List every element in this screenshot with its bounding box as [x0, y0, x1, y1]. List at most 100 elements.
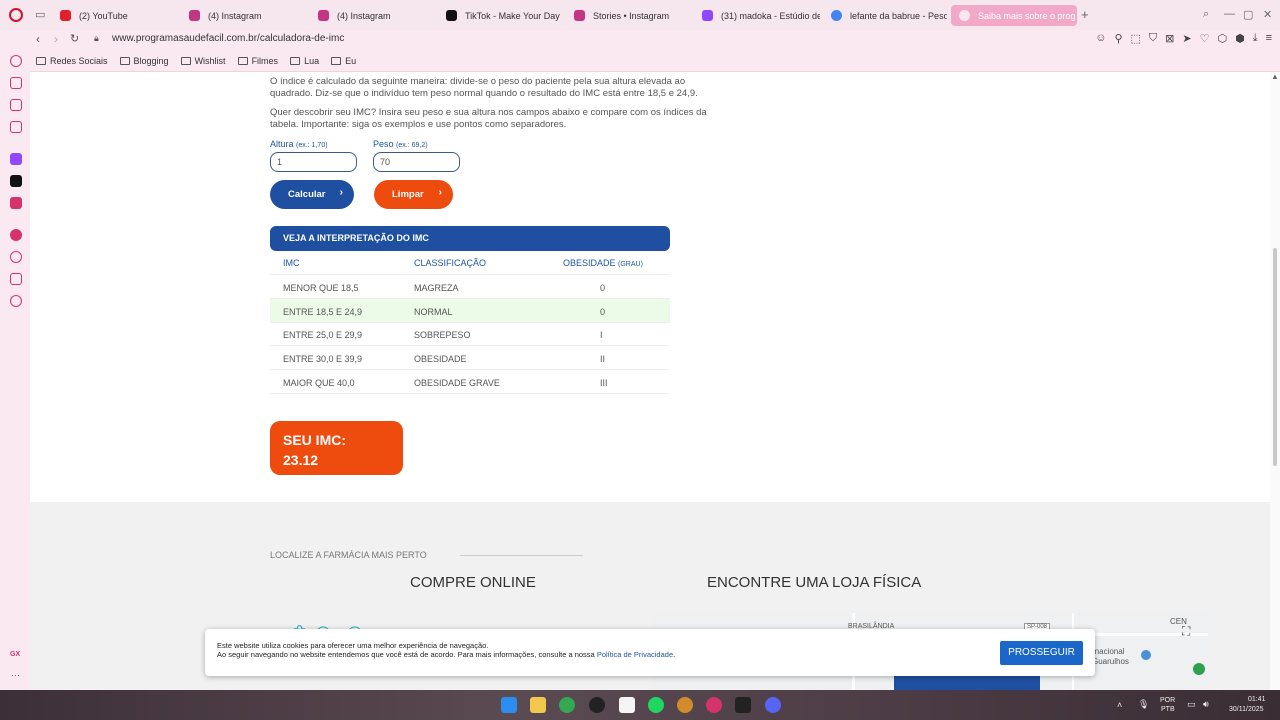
- sidebar-vpn-icon[interactable]: [10, 197, 22, 209]
- tab-youtube[interactable]: (2) YouTube: [52, 5, 178, 26]
- tab-instagram-1[interactable]: (4) Instagram: [181, 5, 307, 26]
- clear-button[interactable]: Limpar ›: [374, 180, 453, 209]
- wallet-icon[interactable]: ⬢: [1235, 32, 1245, 45]
- tab-tiktok[interactable]: TikTok - Make Your Day: [438, 5, 564, 26]
- sidebar-gx-control-icon[interactable]: [10, 55, 22, 67]
- tab-google[interactable]: lefante da babrue - Pesq: [823, 5, 947, 26]
- spotify-icon[interactable]: [648, 697, 664, 713]
- cell-class: NORMAL: [414, 307, 453, 317]
- sidebar-twitch-icon[interactable]: [10, 153, 22, 165]
- pin-icon[interactable]: ⚲: [1114, 32, 1122, 45]
- height-input[interactable]: 1: [270, 152, 357, 172]
- sidebar-spotify-icon[interactable]: [10, 229, 22, 241]
- opera-logo-icon[interactable]: [9, 8, 23, 22]
- menu-icon[interactable]: ≡: [1266, 32, 1272, 45]
- sidebar-x-icon[interactable]: [10, 175, 22, 187]
- extensions-icon[interactable]: ⬡: [1217, 32, 1227, 45]
- instagram-icon: [574, 10, 585, 21]
- cell-class: MAGREZA: [414, 283, 459, 293]
- bookmark-folder[interactable]: Wishlist: [180, 55, 226, 66]
- header-obesity-unit: (GRAU): [618, 261, 643, 268]
- bookmark-folder[interactable]: Blogging: [119, 56, 169, 66]
- tab-menu-icon[interactable]: ▭: [35, 8, 45, 21]
- snapshot-icon[interactable]: ⬚: [1131, 32, 1141, 45]
- sidebar-history-icon[interactable]: [10, 251, 22, 263]
- notes-icon[interactable]: [735, 697, 751, 713]
- bookmark-folder[interactable]: Lua: [290, 56, 319, 66]
- close-icon[interactable]: ✕: [1263, 8, 1272, 21]
- emoji-icon[interactable]: ☺: [1095, 32, 1106, 45]
- vpn-icon[interactable]: ⊠: [1165, 32, 1174, 45]
- document-icon[interactable]: [619, 697, 635, 713]
- maximize-icon[interactable]: ▢: [1243, 8, 1253, 21]
- download-icon[interactable]: ⤓: [1253, 32, 1258, 45]
- calculate-button-label: Calcular: [288, 189, 326, 200]
- microphone-icon[interactable]: 🎙︎: [1138, 699, 1149, 710]
- opera-gx-icon[interactable]: [706, 697, 722, 713]
- bookmark-label: Wishlist: [194, 55, 226, 66]
- fullscreen-icon[interactable]: ⛶: [1182, 624, 1190, 639]
- tray-chevron-icon[interactable]: ˄: [1117, 700, 1122, 710]
- cell-class: SOBREPESO: [414, 330, 471, 340]
- sidebar-news-icon[interactable]: [10, 99, 22, 111]
- clear-button-label: Limpar: [392, 189, 424, 200]
- sidebar-extensions-icon[interactable]: [10, 273, 22, 285]
- tab-active-page[interactable]: Saiba mais sobre o prog: [951, 5, 1077, 26]
- intro-paragraph: O índice é calculado da seguinte maneira…: [270, 76, 698, 99]
- weight-label-text: Peso: [373, 139, 394, 149]
- weight-hint: (ex.: 69,2): [396, 142, 428, 149]
- language-code[interactable]: POR: [1160, 697, 1175, 704]
- page-scrollbar[interactable]: ▲: [1270, 72, 1280, 690]
- game-icon[interactable]: [677, 697, 693, 713]
- volume-icon[interactable]: 🔊︎: [1203, 699, 1209, 710]
- cell-class: OBESIDADE: [414, 354, 467, 364]
- lock-icon[interactable]: 🔒︎: [94, 33, 99, 44]
- sidebar-gx-badge[interactable]: GX: [10, 651, 20, 658]
- clock-time[interactable]: 01:41: [1248, 696, 1266, 703]
- sidebar-music-icon[interactable]: [10, 121, 22, 133]
- cell-imc: MENOR QUE 18,5: [283, 283, 359, 293]
- network-icon[interactable]: ▭: [1187, 699, 1196, 710]
- calculate-button[interactable]: Calcular ›: [270, 180, 354, 209]
- sidebar-bag-icon[interactable]: [10, 77, 22, 89]
- shield-icon[interactable]: ⛉: [1149, 32, 1157, 45]
- table-row: ENTRE 25,0 E 29,9 SOBREPESO I: [270, 322, 670, 346]
- youtube-icon: [60, 10, 71, 21]
- keyboard-layout[interactable]: PTB: [1161, 706, 1175, 713]
- map-pin-icon[interactable]: [1193, 663, 1205, 675]
- weight-input[interactable]: 70: [373, 152, 460, 172]
- cookie-text-line1: Este website utiliza cookies para oferec…: [217, 641, 489, 650]
- cell-grade: 0: [600, 283, 606, 293]
- new-tab-button[interactable]: +: [1081, 7, 1089, 22]
- tab-label: TikTok - Make Your Day: [465, 10, 560, 21]
- url-field[interactable]: www.programasaudefacil.com.br/calculador…: [112, 33, 344, 44]
- bookmark-folder[interactable]: Filmes: [237, 56, 278, 66]
- cookie-accept-button[interactable]: PROSSEGUIR: [1000, 641, 1083, 665]
- heart-icon[interactable]: ♡: [1200, 32, 1210, 45]
- reload-icon[interactable]: ↻: [70, 32, 79, 45]
- clock-date[interactable]: 30/11/2025: [1229, 706, 1264, 713]
- scroll-up-icon[interactable]: ▲: [1271, 72, 1279, 81]
- bookmark-folder[interactable]: Redes Sociais: [36, 56, 108, 66]
- tab-stories-instagram[interactable]: Stories • Instagram: [566, 5, 692, 26]
- sidebar-more-icon[interactable]: ···: [11, 670, 20, 680]
- app-icon[interactable]: [589, 697, 605, 713]
- minimize-icon[interactable]: —: [1224, 8, 1235, 20]
- scrollbar-thumb[interactable]: [1273, 248, 1277, 466]
- airport-marker-icon[interactable]: [1141, 650, 1151, 660]
- chrome-icon[interactable]: [559, 697, 575, 713]
- back-icon[interactable]: ‹: [36, 32, 40, 46]
- forward-icon[interactable]: ›: [54, 32, 58, 46]
- sidebar-settings-icon[interactable]: [10, 295, 22, 307]
- bookmark-folder[interactable]: Eu: [331, 56, 356, 66]
- windows-start-icon[interactable]: [501, 697, 517, 713]
- tab-twitch[interactable]: (31) madoka - Estúdio de: [694, 5, 820, 26]
- discord-icon[interactable]: [765, 697, 781, 713]
- privacy-policy-link[interactable]: Política de Privacidade: [597, 650, 673, 659]
- tab-label: (2) YouTube: [79, 10, 128, 21]
- search-tabs-icon[interactable]: ⌕: [1203, 8, 1209, 21]
- sidebar: GX ···: [0, 50, 30, 690]
- send-icon[interactable]: ➤: [1182, 32, 1191, 45]
- tab-instagram-2[interactable]: (4) Instagram: [310, 5, 436, 26]
- file-explorer-icon[interactable]: [530, 697, 546, 713]
